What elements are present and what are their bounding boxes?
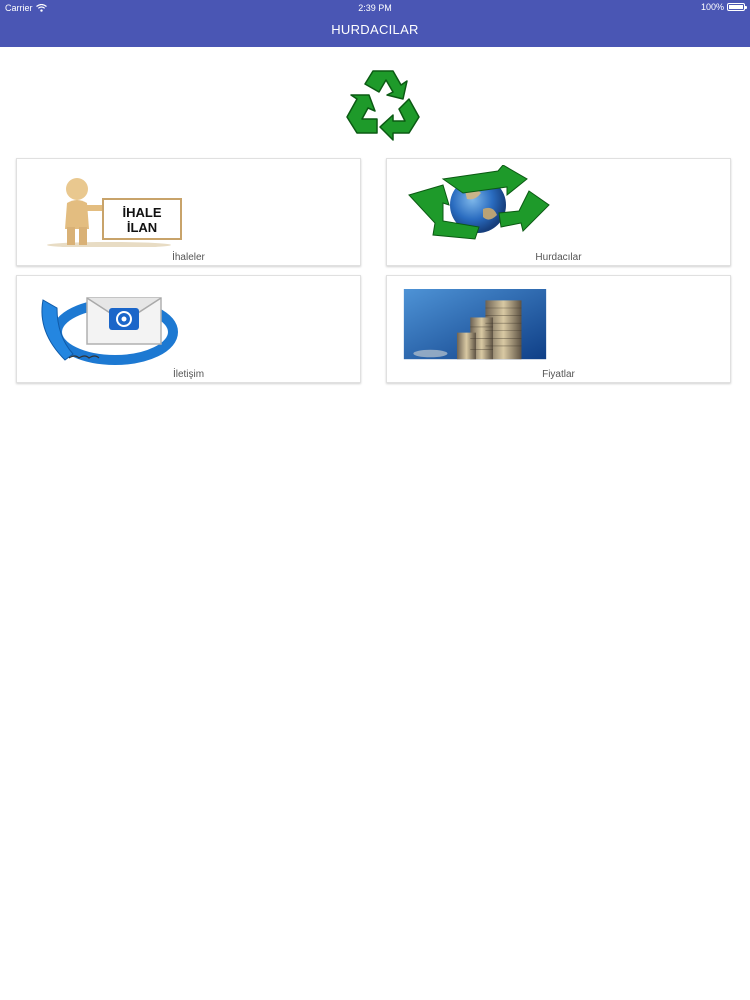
tile-label: Hurdacılar xyxy=(535,252,582,263)
tile-ihaleler[interactable]: İHALE İLAN İhaleler xyxy=(16,158,361,266)
sign-line-1: İHALE xyxy=(123,205,162,220)
page-title: HURDACILAR xyxy=(331,22,419,37)
battery-fill xyxy=(729,5,743,9)
tile-label: İletişim xyxy=(172,369,205,380)
tile-hurdacilar[interactable]: Hurdacılar xyxy=(386,158,731,266)
coins-icon xyxy=(403,289,547,360)
tile-iletisim[interactable]: İletişim xyxy=(16,275,361,383)
tile-label: İhaleler xyxy=(172,252,205,263)
status-time: 2:39 PM xyxy=(358,3,392,13)
tile-label: Fiyatlar xyxy=(542,369,575,380)
tile-fiyatlar[interactable]: Fiyatlar xyxy=(386,275,731,383)
phone-mail-icon xyxy=(41,297,178,365)
tender-announcement-icon: İHALE İLAN xyxy=(47,178,182,247)
recycling-globe-icon xyxy=(408,165,550,240)
recycle-icon xyxy=(346,70,420,141)
sign-line-2: İLAN xyxy=(127,220,157,235)
battery-icon xyxy=(727,3,747,11)
top-bar: Carrier 2:39 PM 100% HURDACILAR xyxy=(0,0,750,47)
battery-percent: 100% xyxy=(700,2,724,12)
battery-status: 100% xyxy=(700,2,747,12)
status-bar: Carrier 2:39 PM 100% xyxy=(0,0,750,16)
